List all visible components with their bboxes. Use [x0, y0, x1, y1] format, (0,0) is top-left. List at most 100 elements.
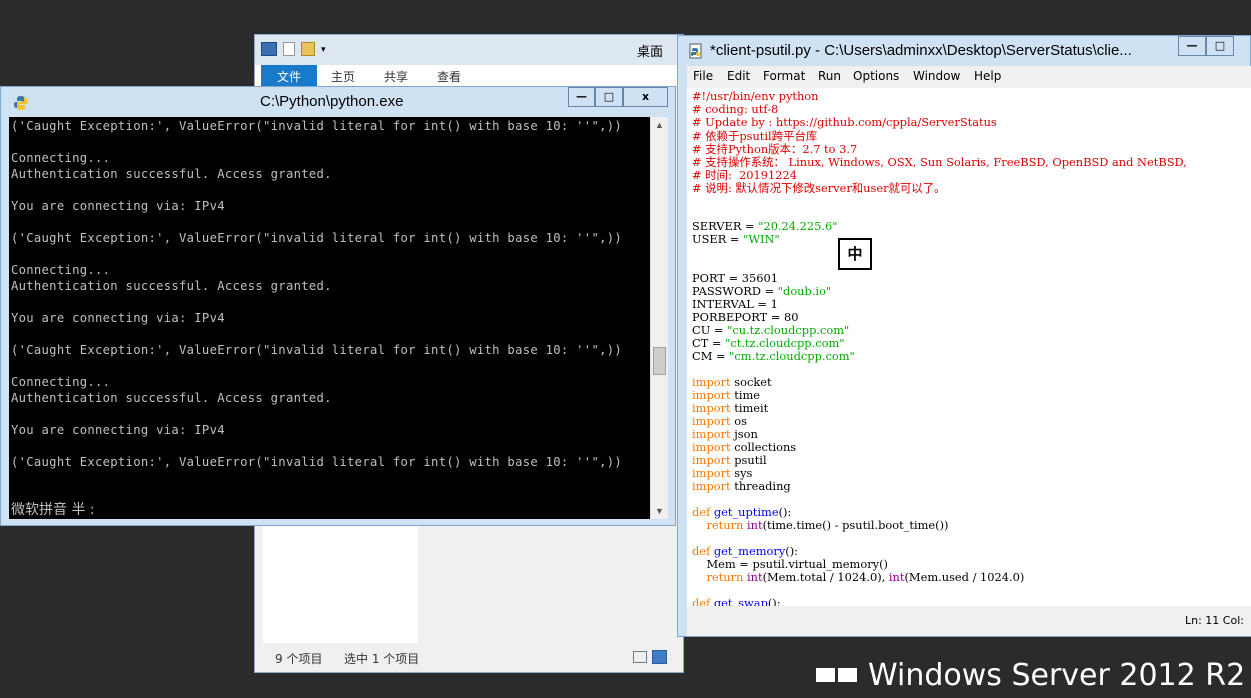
console-line: ('Caught Exception:', ValueError("invali…	[11, 343, 622, 357]
menu-edit[interactable]: Edit	[727, 69, 750, 83]
idle-editor-window: *client-psutil.py - C:\Users\adminxx\Des…	[677, 35, 1251, 637]
explorer-ribbon: 文件 主页 共享 查看	[255, 65, 683, 87]
idle-minimize-button[interactable]: —	[1178, 36, 1206, 56]
code-token: PORT = 35601	[692, 271, 778, 285]
code-token: timeit	[730, 401, 769, 415]
code-line: import sys	[692, 466, 752, 480]
console-line: You are connecting via: IPv4	[11, 311, 225, 325]
code-line: # Update by : https://github.com/cppla/S…	[692, 115, 997, 129]
idle-statusbar: Ln: 11 Col:	[687, 606, 1251, 636]
code-token: "cu.tz.cloudcpp.com"	[727, 323, 850, 337]
code-token: int	[747, 518, 763, 532]
console-line: You are connecting via: IPv4	[11, 423, 225, 437]
python-icon	[14, 96, 28, 110]
menu-format[interactable]: Format	[763, 69, 805, 83]
code-token: json	[730, 427, 758, 441]
idle-title: *client-psutil.py - C:\Users\adminxx\Des…	[710, 42, 1132, 59]
code-line: def get_memory():	[692, 544, 798, 558]
code-token: "WIN"	[743, 232, 780, 246]
code-token: return	[706, 570, 744, 584]
code-token: import	[692, 466, 731, 480]
console-titlebar: C:\Python\python.exe — □ x	[1, 87, 675, 117]
code-token: def	[692, 505, 711, 519]
properties-icon[interactable]	[283, 42, 295, 56]
tab-view[interactable]: 查看	[437, 68, 461, 85]
explorer-file-pane[interactable]	[263, 515, 418, 643]
details-view-icon[interactable]	[633, 651, 647, 663]
code-line: INTERVAL = 1	[692, 297, 778, 311]
code-line: #!/usr/bin/env python	[692, 89, 819, 103]
menu-options[interactable]: Options	[853, 69, 899, 83]
cursor-position: Ln: 11 Col:	[1185, 614, 1244, 627]
tab-share[interactable]: 共享	[384, 68, 408, 85]
console-line: Authentication successful. Access grante…	[11, 167, 332, 181]
customize-toolbar-icon[interactable]: ▾	[321, 42, 331, 56]
code-token: int	[747, 570, 763, 584]
code-line: # coding: utf-8	[692, 102, 778, 116]
menu-run[interactable]: Run	[818, 69, 841, 83]
code-line: # 说明: 默认情况下修改server和user就可以了。	[692, 180, 946, 196]
idle-maximize-button[interactable]: □	[1206, 36, 1234, 56]
code-token: psutil	[730, 453, 767, 467]
code-token: def	[692, 544, 711, 558]
menu-file[interactable]: File	[693, 69, 713, 83]
code-token: (Mem.used / 1024.0)	[904, 570, 1025, 584]
code-token: (Mem.total / 1024.0),	[762, 570, 889, 584]
code-token: ():	[778, 505, 792, 519]
console-title: C:\Python\python.exe	[260, 93, 404, 110]
new-folder-icon[interactable]	[301, 42, 315, 56]
menu-window[interactable]: Window	[913, 69, 960, 83]
code-token: import	[692, 427, 731, 441]
code-token: "doub.io"	[777, 284, 832, 298]
scroll-down-icon[interactable]: ▼	[651, 503, 668, 519]
console-maximize-button[interactable]: □	[595, 87, 623, 107]
ime-status-text: 微软拼音 半 :	[11, 502, 95, 518]
code-token: import	[692, 453, 731, 467]
console-line: Connecting...	[11, 263, 111, 277]
code-token: # Update by : https://github.com/cppla/S…	[692, 115, 997, 129]
code-token: import	[692, 440, 731, 454]
tab-home[interactable]: 主页	[331, 68, 355, 85]
menu-help[interactable]: Help	[974, 69, 1001, 83]
console-line: ('Caught Exception:', ValueError("invali…	[11, 119, 622, 133]
code-token: "20.24.225.6"	[758, 219, 838, 233]
large-icons-view-icon[interactable]	[652, 650, 667, 664]
code-token: ():	[785, 544, 798, 558]
code-line: Mem = psutil.virtual_memory()	[692, 557, 888, 571]
code-token: sys	[730, 466, 753, 480]
code-token: get_memory	[713, 544, 786, 558]
console-scrollbar[interactable]: ▲ ▼	[650, 117, 668, 519]
console-window: C:\Python\python.exe — □ x ('Caught Exce…	[0, 86, 676, 526]
code-token: time	[730, 388, 761, 402]
tab-file[interactable]: 文件	[261, 65, 317, 87]
code-token: socket	[730, 375, 772, 389]
explorer-app-icon	[261, 42, 277, 56]
code-line: return int(time.time() - psutil.boot_tim…	[692, 518, 948, 532]
explorer-titlebar: ▾ 桌面	[255, 35, 683, 65]
code-token: # coding: utf-8	[692, 102, 779, 116]
code-line: import timeit	[692, 401, 768, 415]
code-token: CU =	[692, 323, 728, 337]
code-token: "ct.tz.cloudcpp.com"	[725, 336, 845, 350]
scroll-thumb[interactable]	[653, 347, 666, 375]
code-line: import json	[692, 427, 758, 441]
console-line: Connecting...	[11, 375, 111, 389]
console-line: Authentication successful. Access grante…	[11, 391, 332, 405]
code-line: PORT = 35601	[692, 271, 778, 285]
explorer-title: 桌面	[636, 45, 663, 60]
code-line: import collections	[692, 440, 796, 454]
code-token: collections	[730, 440, 797, 454]
code-token: INTERVAL = 1	[692, 297, 778, 311]
windows-logo-icon	[816, 668, 858, 698]
console-close-button[interactable]: x	[623, 87, 668, 107]
code-editor[interactable]: #!/usr/bin/env python # coding: utf-8 # Up…	[687, 88, 1251, 608]
code-line: USER = "WIN"	[692, 232, 780, 246]
scroll-up-icon[interactable]: ▲	[651, 117, 668, 133]
console-output[interactable]: ('Caught Exception:', ValueError("invali…	[9, 117, 650, 519]
console-minimize-button[interactable]: —	[568, 87, 595, 107]
code-line: import time	[692, 388, 760, 402]
code-line: import socket	[692, 375, 772, 389]
code-token: import	[692, 479, 731, 493]
item-count: 9 个项目	[275, 652, 323, 666]
